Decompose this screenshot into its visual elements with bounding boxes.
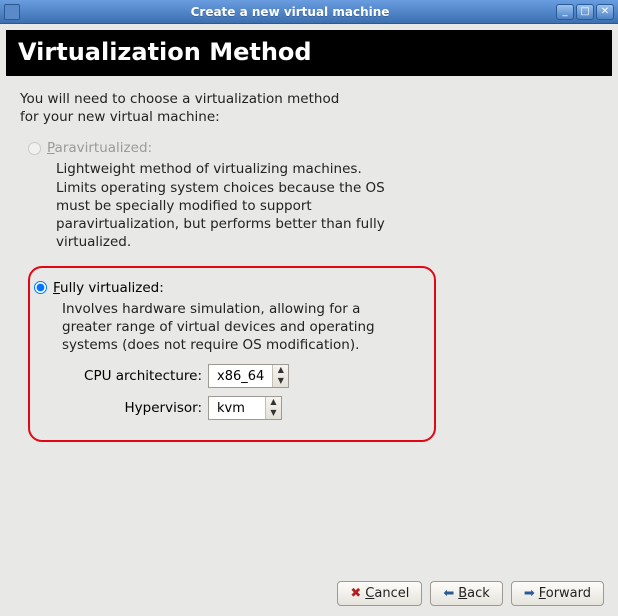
cpu-architecture-row: CPU architecture: x86_64 ▲ ▼ xyxy=(82,364,424,388)
cancel-label: Cancel xyxy=(365,586,409,601)
app-icon xyxy=(4,4,20,20)
options-group: Paravirtualized: Lightweight method of v… xyxy=(6,140,612,442)
radio-paravirtualized-input xyxy=(28,142,41,155)
paravirtualized-description: Lightweight method of virtualizing machi… xyxy=(28,158,398,261)
hypervisor-spinner[interactable]: ▲ ▼ xyxy=(265,397,281,419)
maximize-button[interactable]: □ xyxy=(576,4,594,20)
cpu-architecture-select[interactable]: x86_64 ▲ ▼ xyxy=(208,364,289,388)
hypervisor-select[interactable]: kvm ▲ ▼ xyxy=(208,396,282,420)
hypervisor-label: Hypervisor: xyxy=(82,400,202,416)
chevron-down-icon[interactable]: ▼ xyxy=(266,408,281,419)
chevron-down-icon[interactable]: ▼ xyxy=(273,376,288,387)
arrow-left-icon: ⬅ xyxy=(443,586,454,601)
cpu-architecture-label: CPU architecture: xyxy=(82,368,202,384)
cancel-icon: ✖ xyxy=(350,586,361,601)
forward-label: Forward xyxy=(539,586,591,601)
content-area: Virtualization Method You will need to c… xyxy=(0,24,618,448)
hypervisor-row: Hypervisor: kvm ▲ ▼ xyxy=(82,396,424,420)
close-button[interactable]: ✕ xyxy=(596,4,614,20)
cancel-button[interactable]: ✖ Cancel xyxy=(337,581,422,606)
minimize-button[interactable]: _ xyxy=(556,4,574,20)
hypervisor-value: kvm xyxy=(209,397,265,419)
chevron-up-icon[interactable]: ▲ xyxy=(273,365,288,376)
back-button[interactable]: ⬅ Back xyxy=(430,581,502,606)
chevron-up-icon[interactable]: ▲ xyxy=(266,397,281,408)
cpu-architecture-value: x86_64 xyxy=(209,365,272,387)
window-title: Create a new virtual machine xyxy=(24,5,556,19)
radio-fully-virtualized[interactable]: Fully virtualized: xyxy=(34,280,424,296)
fully-virtualized-description: Involves hardware simulation, allowing f… xyxy=(34,298,404,361)
page-heading: Virtualization Method xyxy=(6,30,612,76)
radio-paravirtualized: Paravirtualized: xyxy=(28,140,590,156)
fully-virtualized-section: Fully virtualized: Involves hardware sim… xyxy=(28,266,436,443)
intro-line-2: for your new virtual machine: xyxy=(20,109,220,125)
footer-buttons: ✖ Cancel ⬅ Back ➡ Forward xyxy=(337,581,604,606)
intro-text: You will need to choose a virtualization… xyxy=(6,90,612,136)
cpu-architecture-spinner[interactable]: ▲ ▼ xyxy=(272,365,288,387)
back-label: Back xyxy=(458,586,490,601)
radio-fully-virtualized-label: Fully virtualized: xyxy=(53,280,164,296)
forward-button[interactable]: ➡ Forward xyxy=(511,581,604,606)
intro-line-1: You will need to choose a virtualization… xyxy=(20,91,339,107)
dialog-window: Create a new virtual machine _ □ ✕ Virtu… xyxy=(0,0,618,616)
window-controls: _ □ ✕ xyxy=(556,4,614,20)
radio-fully-virtualized-input[interactable] xyxy=(34,281,47,294)
radio-paravirtualized-label: Paravirtualized: xyxy=(47,140,152,156)
titlebar[interactable]: Create a new virtual machine _ □ ✕ xyxy=(0,0,618,24)
arrow-right-icon: ➡ xyxy=(524,586,535,601)
